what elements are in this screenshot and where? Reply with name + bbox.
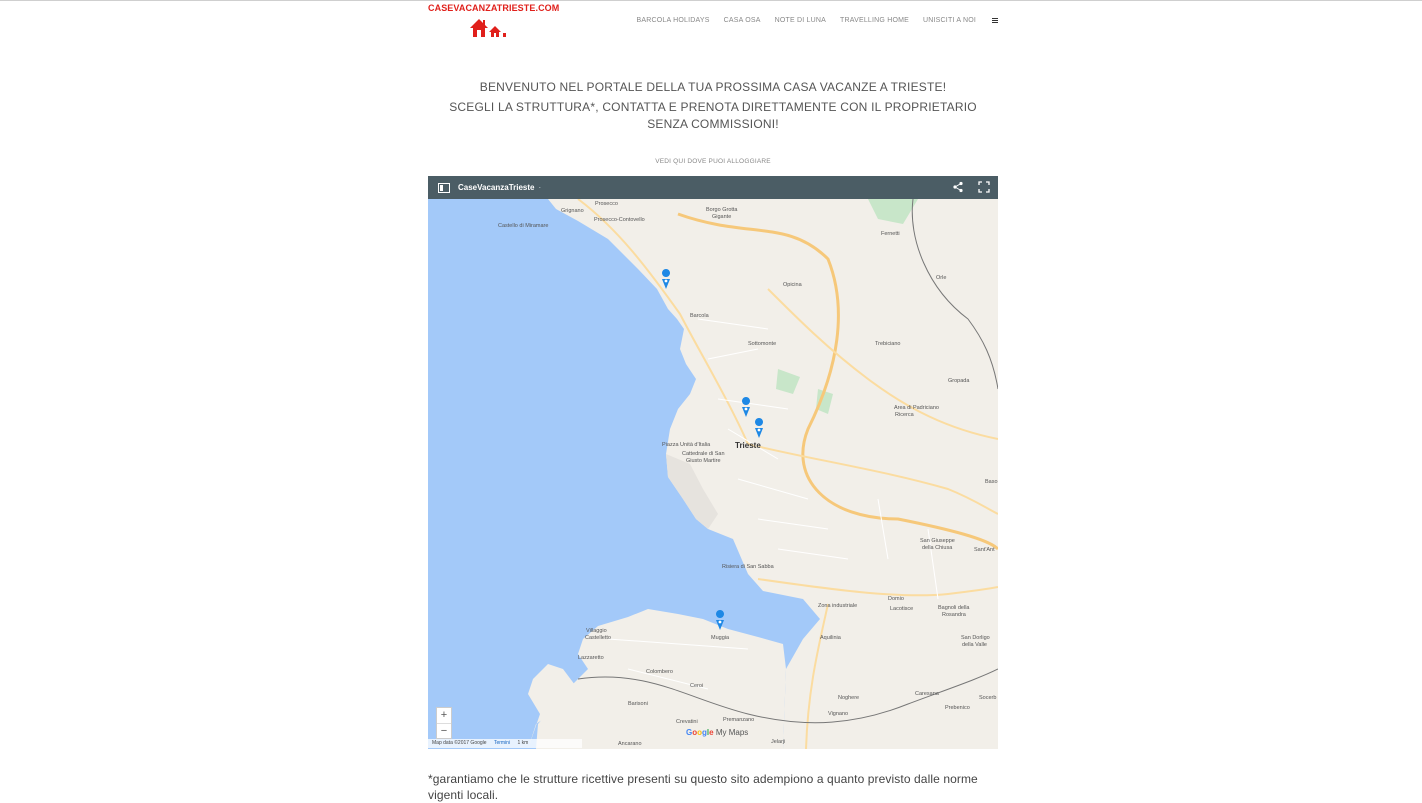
fullscreen-icon[interactable] — [978, 181, 990, 193]
label-trieste: Trieste — [735, 441, 761, 450]
label-zona: Zona industriale — [818, 603, 857, 609]
label-sant-antonio: Sant'Ant — [974, 547, 995, 553]
label-lazzaretto: Lazzaretto — [578, 655, 604, 661]
label-risiera: Risiera di San Sabba — [722, 564, 775, 570]
label-lacotisce: Lacotisce — [890, 606, 913, 612]
map-title-dot: · — [538, 183, 542, 192]
label-san-dorligo-2: della Valle — [962, 642, 987, 648]
main-nav: BARCOLA HOLIDAYS CASA OSA NOTE DI LUNA T… — [622, 12, 998, 28]
nav-casa-osa[interactable]: CASA OSA — [724, 17, 761, 24]
logo-text: CASEVACANZATRIESTE.COM — [428, 3, 560, 13]
label-ancarano: Ancarano — [618, 741, 642, 747]
label-caresana: Caresana — [915, 691, 940, 697]
nav-travelling-home[interactable]: TRAVELLING HOME — [840, 17, 909, 24]
label-vignano: Vignano — [828, 711, 848, 717]
label-colombero: Colombero — [646, 669, 673, 675]
map-scale: 1 km — [517, 740, 529, 746]
hamburger-icon[interactable] — [992, 17, 998, 23]
share-icon[interactable] — [952, 181, 964, 193]
label-crevatini: Crevatini — [676, 719, 698, 725]
nav-unisciti-a-noi[interactable]: UNISCITI A NOI — [923, 17, 976, 24]
label-castello: Castello di Miramare — [498, 223, 548, 229]
label-prosecco: Prosecco — [595, 201, 618, 207]
map-attribution-bar: Map data ©2017 Google Termini 1 km — [428, 739, 582, 748]
legend-panel-icon[interactable] — [438, 182, 450, 193]
hero-line-2: SCEGLI LA STRUTTURA*, CONTATTA E PRENOTA… — [449, 100, 977, 131]
nav-note-di-luna[interactable]: NOTE DI LUNA — [775, 17, 826, 24]
label-trebiciano: Trebiciano — [875, 341, 900, 347]
footnote-text: *garantiamo che le strutture ricettive p… — [428, 772, 978, 802]
label-sottomonte: Sottomonte — [748, 341, 776, 347]
map-pin-barcola-dot — [664, 279, 668, 283]
label-villaggio-1: Villaggio — [586, 628, 607, 634]
label-barisoni: Barisoni — [628, 701, 648, 707]
label-cattedrale-2: Giusto Martire — [686, 458, 721, 464]
label-san-giuseppe-2: della Chiusa — [922, 545, 953, 551]
label-fernetti: Fernetti — [881, 231, 900, 237]
map-caption: VEDI QUI DOVE PUOI ALLOGGIARE — [655, 158, 771, 165]
label-domio: Domio — [888, 596, 904, 602]
label-san-dorligo-1: San Dorligo — [961, 635, 990, 641]
map-pin-muggia-dot — [718, 620, 722, 624]
label-aquilinia: Aquilinia — [820, 635, 842, 641]
label-grignano: Grignano — [561, 208, 584, 214]
google-my-maps-logo: Google My Maps — [686, 728, 749, 737]
map-attribution: Map data ©2017 Google — [432, 740, 487, 746]
map-header-bar: CaseVacanzaTrieste · — [428, 176, 998, 199]
zoom-in-button[interactable]: + — [437, 708, 451, 724]
nav-barcola-holidays[interactable]: BARCOLA HOLIDAYS — [636, 17, 709, 24]
map-title: CaseVacanzaTrieste — [458, 183, 535, 192]
label-villaggio-2: Castelletto — [585, 635, 611, 641]
hero-line-1: BENVENUTO NEL PORTALE DELLA TUA PROSSIMA… — [479, 80, 947, 94]
label-muggia: Muggia — [711, 635, 730, 641]
label-gigante: Gigante — [712, 214, 731, 220]
terms-link[interactable]: Termini — [494, 740, 510, 746]
label-borgo-grotta: Borgo Grotta — [706, 207, 738, 213]
label-bagnoli-2: Rosandra — [942, 612, 967, 618]
map-pin-center-2-dot — [757, 428, 761, 432]
my-maps-text: My Maps — [715, 728, 749, 737]
map-header-actions — [952, 181, 990, 193]
label-prebenico: Prebenico — [945, 705, 970, 711]
label-jelarji: Jelarji — [771, 739, 785, 745]
label-ceroi: Ceroi — [690, 683, 703, 689]
label-bagnoli-1: Bagnoli della — [938, 605, 970, 611]
map-pin-center-1-dot — [744, 407, 748, 411]
label-socerb: Socerb — [979, 695, 996, 701]
label-noghere: Noghere — [838, 695, 859, 701]
label-ricerca: Ricerca — [895, 412, 915, 418]
label-san-giuseppe-1: San Giuseppe — [920, 538, 955, 544]
zoom-controls: + − — [436, 707, 452, 739]
page-container: CASEVACANZATRIESTE.COM BARCOLA HOLIDAYS … — [428, 0, 998, 802]
label-gropada: Gropada — [948, 378, 970, 384]
label-opicina: Opicina — [783, 282, 803, 288]
houses-logo-icon — [470, 19, 506, 37]
hero-heading: BENVENUTO NEL PORTALE DELLA TUA PROSSIMA… — [428, 79, 998, 133]
label-premanzano: Premanzano — [723, 717, 754, 723]
label-cattedrale-1: Cattedrale di San — [682, 451, 725, 457]
site-logo[interactable]: CASEVACANZATRIESTE.COM — [428, 3, 560, 41]
label-orle: Orle — [936, 275, 946, 281]
zoom-out-button[interactable]: − — [437, 724, 451, 739]
label-piazza: Piazza Unità d'Italia — [662, 442, 711, 448]
map-canvas[interactable]: Prosecco Borgo Grotta Gigante Prosecco-C… — [428, 199, 998, 749]
label-basovizza: Baso — [985, 479, 998, 485]
label-prosecco-contovello: Prosecco-Contovello — [594, 217, 645, 223]
label-barcola: Barcola — [690, 313, 710, 319]
embedded-map[interactable]: CaseVacanzaTrieste · Prosecco Borgo Grot… — [428, 176, 998, 749]
label-padriciano: Area di Padriciano — [894, 405, 939, 411]
